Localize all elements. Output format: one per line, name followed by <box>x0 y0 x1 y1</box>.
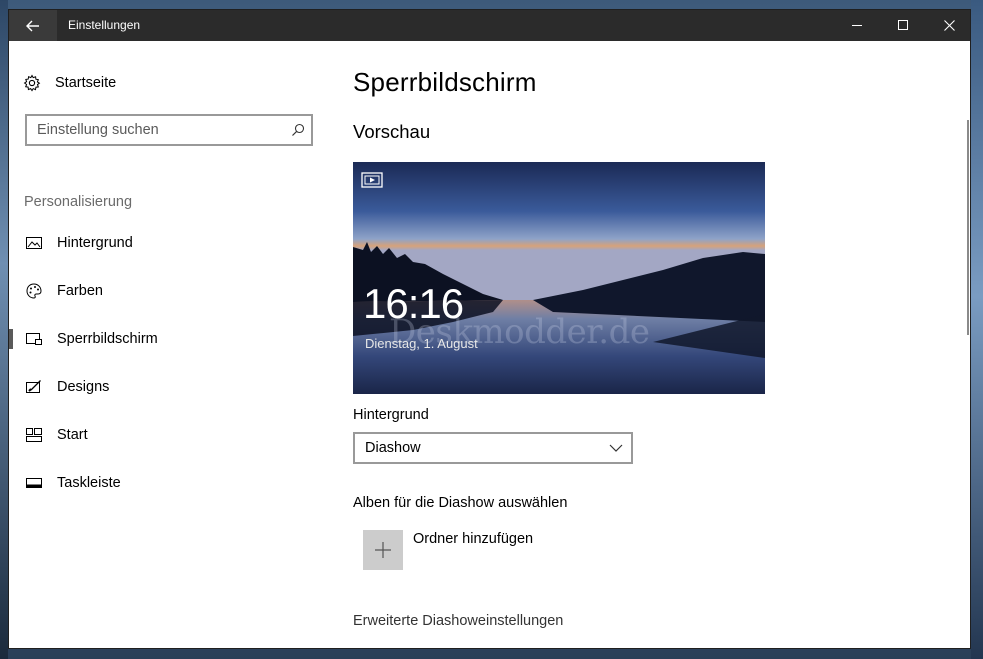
background-dropdown[interactable]: Diashow <box>353 432 633 464</box>
settings-window: Einstellungen Startseite Einstellung suc… <box>8 9 971 649</box>
minimize-button[interactable] <box>834 10 880 41</box>
maximize-icon <box>897 20 908 30</box>
plus-icon <box>375 542 391 558</box>
sidebar-item-label: Farben <box>57 283 103 299</box>
lock-screen-icon <box>25 330 43 348</box>
sidebar-item-colors[interactable]: Farben <box>9 271 329 311</box>
add-folder-button[interactable]: Ordner hinzufügen <box>363 530 533 570</box>
advanced-slideshow-settings-link[interactable]: Erweiterte Diashoweinstellungen <box>353 613 563 629</box>
albums-label: Alben für die Diashow auswählen <box>353 495 568 511</box>
sidebar-item-label: Taskleiste <box>57 475 121 491</box>
add-folder-label: Ordner hinzufügen <box>413 531 534 547</box>
gear-icon <box>23 74 41 92</box>
search-input[interactable] <box>37 122 282 138</box>
close-button[interactable] <box>926 10 970 41</box>
sidebar-item-lock-screen[interactable]: Sperrbildschirm <box>9 319 329 359</box>
taskbar-icon <box>25 474 43 492</box>
preview-heading: Vorschau <box>353 121 431 142</box>
search-box[interactable] <box>25 114 313 146</box>
preview-time: 16:16 <box>363 280 464 327</box>
desktop-background-left <box>0 0 8 659</box>
sidebar-item-label: Hintergrund <box>57 235 133 251</box>
chevron-down-icon <box>609 442 623 458</box>
sidebar-item-start[interactable]: Start <box>9 415 329 455</box>
start-grid-icon <box>25 426 43 444</box>
preview-date: Dienstag, 1. August <box>365 336 478 351</box>
sidebar-item-background[interactable]: Hintergrund <box>9 223 329 263</box>
sidebar-item-label: Start <box>57 427 88 443</box>
minimize-icon <box>851 25 862 26</box>
sidebar-home[interactable]: Startseite <box>23 71 116 95</box>
page-title: Sperrbildschirm <box>353 67 537 97</box>
section-header-personalization: Personalisierung <box>24 194 133 210</box>
background-dropdown-value: Diashow <box>365 440 421 456</box>
sidebar-item-designs[interactable]: Designs <box>9 367 329 407</box>
desktop-background-right <box>971 0 983 659</box>
slideshow-icon <box>361 172 383 188</box>
window-title: Einstellungen <box>68 18 141 32</box>
scrollbar-thumb[interactable] <box>967 120 969 335</box>
lock-screen-preview: Deskmodder.de 16:16 Dienstag, 1. August <box>353 162 765 394</box>
sidebar-item-taskbar[interactable]: Taskleiste <box>9 463 329 503</box>
preview-landscape-image <box>353 162 765 394</box>
arrow-left-icon <box>26 20 39 31</box>
close-icon <box>943 20 955 31</box>
brush-icon <box>25 378 43 396</box>
title-bar[interactable]: Einstellungen <box>9 10 970 41</box>
back-button[interactable] <box>9 10 57 41</box>
background-label: Hintergrund <box>353 407 429 423</box>
sidebar-item-label: Sperrbildschirm <box>57 331 158 347</box>
palette-icon <box>25 282 43 300</box>
sidebar: Startseite Personalisierung Hintergrund <box>9 41 329 648</box>
search-icon[interactable] <box>291 123 305 142</box>
main-content: Sperrbildschirm Vorschau Deskmodder.de 1… <box>329 41 970 648</box>
add-folder-tile[interactable] <box>363 530 403 570</box>
sidebar-item-label: Designs <box>57 379 110 395</box>
sidebar-home-label: Startseite <box>55 75 117 91</box>
image-icon <box>25 234 43 252</box>
maximize-button[interactable] <box>880 10 926 41</box>
